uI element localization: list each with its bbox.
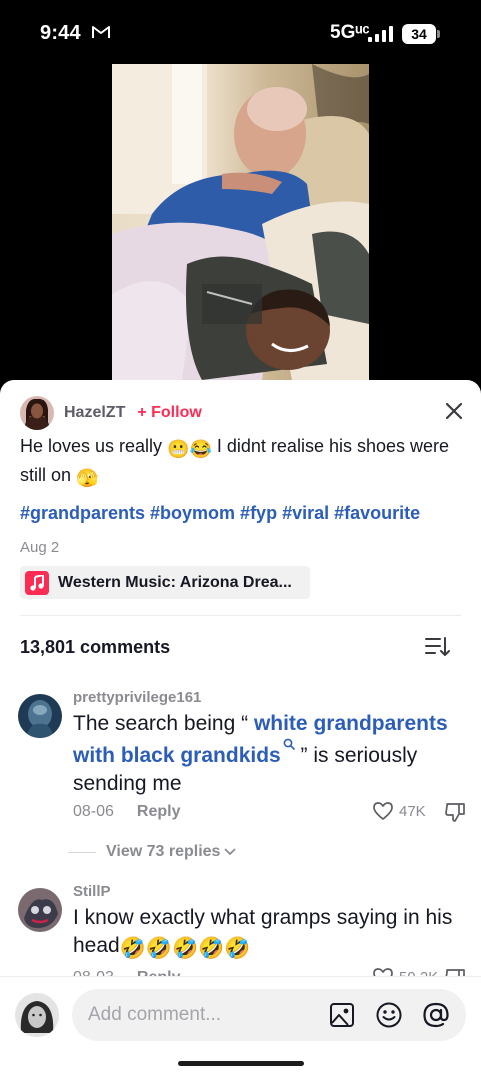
post-hashtags[interactable]: #grandparents #boymom #fyp #viral #favou… — [20, 503, 420, 524]
comment-meta: 08-06 Reply — [73, 803, 181, 821]
heart-icon — [373, 802, 393, 820]
video-thumbnail — [112, 64, 369, 380]
caption-text-1: He loves us really — [20, 436, 168, 456]
emoji-icon[interactable] — [375, 1001, 403, 1029]
caption-emojis-1: 😬😂 — [167, 439, 212, 459]
author-avatar[interactable] — [20, 396, 54, 430]
chevron-down-icon — [224, 848, 237, 856]
dislike-icon[interactable] — [444, 801, 466, 823]
status-time: 9:44 — [40, 22, 81, 44]
divider — [20, 615, 461, 616]
gmail-icon — [92, 26, 110, 38]
music-title: Western Music: Arizona Drea... — [58, 573, 292, 591]
caption-emojis-2: 🫣 — [76, 468, 99, 488]
my-avatar[interactable] — [15, 993, 59, 1037]
sort-icon[interactable] — [424, 636, 450, 658]
music-chip[interactable]: Western Music: Arizona Drea... — [20, 566, 310, 599]
author-name[interactable]: HazelZT — [64, 404, 125, 422]
comments-count: 13,801 comments — [20, 637, 171, 657]
close-icon[interactable] — [441, 398, 467, 424]
status-bar: 9:44 5Gᵘᶜ 34 — [0, 0, 481, 64]
music-note-icon — [25, 570, 49, 595]
search-icon — [283, 738, 295, 750]
comment-composer — [0, 976, 481, 1080]
post-author-row: HazelZT + Follow — [20, 396, 202, 430]
post-caption: He loves us really 😬😂 I didnt realise hi… — [20, 433, 460, 491]
mention-icon[interactable] — [422, 1001, 450, 1029]
follow-button[interactable]: + Follow — [137, 404, 201, 422]
like-button[interactable]: 47K — [372, 801, 426, 821]
network-type: 5Gᵘᶜ — [330, 22, 370, 43]
signal-icon — [368, 26, 393, 42]
view-replies-button[interactable]: View 73 replies — [68, 843, 237, 861]
video-player[interactable] — [112, 64, 369, 380]
comment-text-before: The search being “ — [73, 712, 254, 735]
comment-input[interactable] — [88, 989, 318, 1041]
battery-level: 34 — [402, 24, 436, 44]
post-date: Aug 2 — [20, 539, 60, 556]
commenter-name[interactable]: StillP — [73, 883, 111, 900]
comment-date: 08-06 — [73, 803, 114, 820]
comment-input-box[interactable] — [72, 989, 466, 1041]
commenter-name[interactable]: prettyprivilege161 — [73, 689, 201, 706]
comment-emojis: 🤣🤣🤣🤣🤣 — [119, 937, 251, 960]
view-replies-label: View 73 replies — [106, 843, 221, 860]
home-indicator[interactable] — [178, 1061, 304, 1066]
comment-text: I know exactly what gramps saying in his… — [73, 904, 463, 963]
comment-panel: HazelZT + Follow He loves us really 😬😂 I… — [0, 380, 481, 1080]
commenter-avatar[interactable] — [18, 888, 62, 932]
commenter-avatar[interactable] — [18, 694, 62, 738]
like-count: 47K — [399, 802, 426, 820]
battery-icon: 34 — [402, 24, 440, 44]
reply-button[interactable]: Reply — [137, 803, 181, 821]
image-icon[interactable] — [328, 1001, 356, 1029]
comment-text: The search being “ white grandparents wi… — [73, 710, 463, 798]
